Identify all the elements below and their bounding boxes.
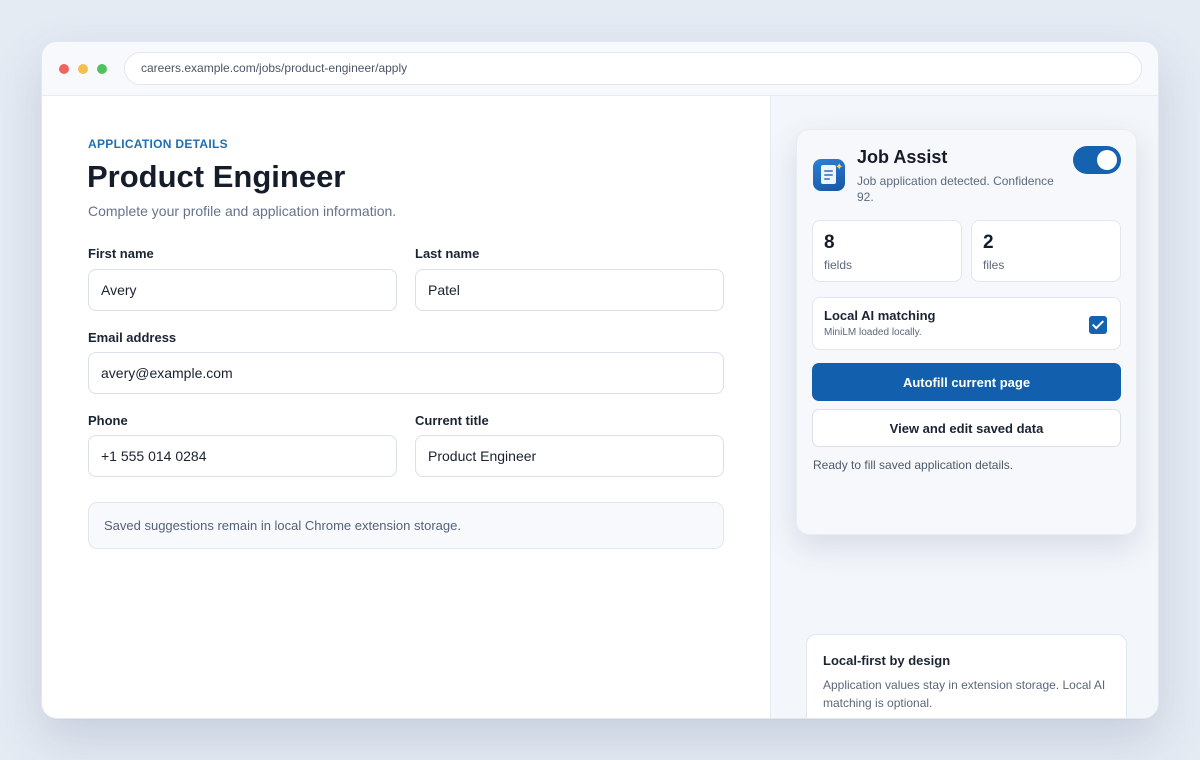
extension-title: Job Assist (857, 147, 948, 167)
fields-stat-card: 8 fields (812, 220, 962, 282)
current-title-label: Current title (415, 413, 489, 428)
files-unit: files (983, 258, 1005, 272)
ai-matching-checkbox[interactable] (1089, 316, 1107, 334)
job-assist-icon: ✦ (813, 159, 845, 191)
fields-unit: fields (824, 258, 853, 272)
extension-side-panel: ✦ Job Assist Job application detected. C… (770, 96, 1158, 718)
application-form: APPLICATION DETAILS Product Engineer Com… (42, 96, 770, 718)
close-window-button[interactable] (59, 64, 69, 74)
last-name-label: Last name (415, 246, 480, 261)
first-name-field[interactable] (88, 269, 397, 311)
extension-enable-toggle[interactable] (1073, 146, 1121, 174)
page-subtitle: Complete your profile and application in… (88, 203, 397, 219)
storage-note: Saved suggestions remain in local Chrome… (88, 502, 724, 549)
first-name-label: First name (88, 246, 154, 261)
email-field[interactable] (88, 352, 724, 394)
local-first-info-card: Local-first by design Application values… (806, 634, 1127, 718)
info-body: Application values stay in extension sto… (823, 678, 1106, 710)
files-stat-card: 2 files (971, 220, 1121, 282)
ready-status: Ready to fill saved application details. (813, 458, 1014, 472)
minimize-window-button[interactable] (78, 64, 88, 74)
ai-matching-subtitle: MiniLM loaded locally. (824, 327, 922, 338)
section-eyebrow: APPLICATION DETAILS (88, 137, 228, 151)
detection-status: Job application detected. Confidence 92. (857, 174, 1054, 204)
browser-window: careers.example.com/jobs/product-enginee… (41, 41, 1159, 719)
phone-field[interactable] (88, 435, 397, 477)
phone-label: Phone (88, 413, 128, 428)
last-name-field[interactable] (415, 269, 724, 311)
browser-toolbar: careers.example.com/jobs/product-enginee… (42, 42, 1158, 96)
autofill-button[interactable]: Autofill current page (812, 363, 1121, 401)
files-count: 2 (983, 232, 994, 253)
address-bar[interactable]: careers.example.com/jobs/product-enginee… (124, 52, 1142, 85)
fields-count: 8 (824, 232, 835, 253)
page-title: Product Engineer (87, 159, 346, 194)
info-title: Local-first by design (823, 653, 951, 668)
email-label: Email address (88, 330, 177, 345)
maximize-window-button[interactable] (97, 64, 107, 74)
extension-popup: ✦ Job Assist Job application detected. C… (796, 129, 1137, 535)
ai-matching-title: Local AI matching (824, 308, 936, 323)
local-ai-matching-card: Local AI matching MiniLM loaded locally. (812, 297, 1121, 350)
current-title-field[interactable] (415, 435, 724, 477)
toggle-knob (1097, 150, 1117, 170)
edit-saved-data-button[interactable]: View and edit saved data (812, 409, 1121, 447)
